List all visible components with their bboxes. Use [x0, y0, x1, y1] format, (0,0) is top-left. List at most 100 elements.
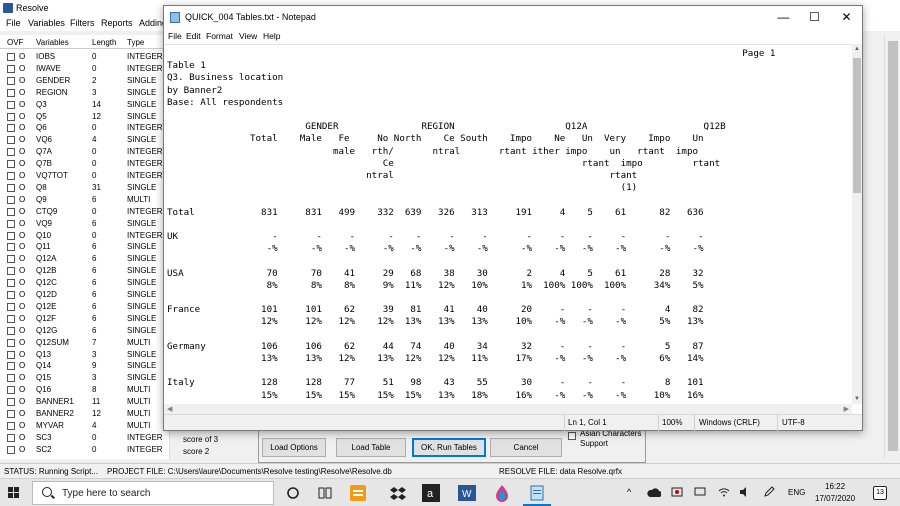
notepad-vscroll-thumb[interactable]	[853, 58, 861, 193]
row-checkbox[interactable]	[7, 231, 15, 240]
load-options-button[interactable]: Load Options	[262, 438, 326, 457]
table-row[interactable]: O Q13 3 SINGLE	[0, 349, 169, 361]
table-row[interactable]: O Q12A 6 SINGLE	[0, 253, 169, 265]
row-checkbox[interactable]	[7, 302, 15, 311]
table-row[interactable]: O REGION 3 SINGLE	[0, 87, 169, 99]
notepad-text-area[interactable]: Page 1 Table 1 Q3. Business location by …	[164, 44, 852, 404]
table-row[interactable]: O Q12E 6 SINGLE	[0, 301, 169, 313]
table-row[interactable]: O IWAVE 0 INTEGER	[0, 63, 169, 75]
pen-icon[interactable]	[763, 486, 775, 498]
table-row[interactable]: O Q10 0 INTEGER	[0, 230, 169, 242]
row-checkbox[interactable]	[7, 386, 15, 395]
table-row[interactable]: O IOBS 0 INTEGER	[0, 51, 169, 63]
row-checkbox[interactable]	[7, 124, 15, 133]
row-checkbox[interactable]	[7, 53, 15, 61]
cortana-icon[interactable]	[284, 484, 302, 502]
col-variables[interactable]: Variables	[36, 38, 69, 47]
language-indicator[interactable]: ENG	[788, 488, 805, 497]
row-checkbox[interactable]	[7, 112, 15, 121]
show-hidden-icons[interactable]: ^	[627, 487, 631, 497]
volume-icon[interactable]	[739, 486, 751, 498]
scroll-up-icon[interactable]: ▲	[854, 46, 860, 52]
row-checkbox[interactable]	[7, 243, 15, 252]
row-checkbox[interactable]	[7, 172, 15, 180]
table-row[interactable]: O Q16 8 MULTI	[0, 384, 169, 396]
table-row[interactable]: O Q12G 6 SINGLE	[0, 325, 169, 337]
maximize-button[interactable]: ☐	[799, 6, 830, 29]
clock-date[interactable]: 17/07/2020	[815, 494, 855, 503]
cancel-button[interactable]: Cancel	[490, 438, 562, 457]
row-checkbox[interactable]	[7, 398, 15, 407]
task-view-icon[interactable]	[316, 484, 334, 502]
row-checkbox[interactable]	[7, 76, 15, 85]
taskbar-search-input[interactable]: Type here to search	[32, 481, 274, 505]
table-row[interactable]: O Q6 0 INTEGER	[0, 122, 169, 134]
col-type[interactable]: Type	[127, 38, 144, 47]
row-checkbox[interactable]	[7, 148, 15, 157]
row-checkbox[interactable]	[7, 88, 15, 97]
table-row[interactable]: O Q8 31 SINGLE	[0, 182, 169, 194]
row-checkbox[interactable]	[7, 183, 15, 192]
menu-help[interactable]: Help	[263, 31, 280, 41]
row-checkbox[interactable]	[7, 445, 15, 454]
asian-characters-checkbox[interactable]	[568, 432, 576, 440]
load-table-button[interactable]: Load Table	[336, 438, 406, 457]
table-row[interactable]: O BANNER2 12 MULTI	[0, 408, 169, 420]
notepad-horizontal-scrollbar[interactable]: ◀ ▶	[164, 404, 852, 414]
dropbox-icon[interactable]	[389, 484, 407, 502]
table-row[interactable]: O Q3 14 SINGLE	[0, 99, 169, 111]
table-row[interactable]: O VQ6 4 SINGLE	[0, 134, 169, 146]
notepad-title-bar[interactable]: QUICK_004 Tables.txt - Notepad — ☐ ✕	[164, 6, 862, 29]
table-row[interactable]: O Q5 12 SINGLE	[0, 111, 169, 123]
table-row[interactable]: O Q12F 6 SINGLE	[0, 313, 169, 325]
table-row[interactable]: O VQ7TOT 0 INTEGER	[0, 170, 169, 182]
table-row[interactable]: O Q9 6 MULTI	[0, 194, 169, 206]
notifications-icon[interactable]: 13	[873, 486, 887, 500]
row-checkbox[interactable]	[7, 326, 15, 335]
row-checkbox[interactable]	[7, 255, 15, 264]
scroll-left-icon[interactable]: ◀	[167, 405, 172, 413]
windows-start-icon[interactable]	[8, 487, 20, 499]
row-checkbox[interactable]	[7, 279, 15, 288]
row-checkbox[interactable]	[7, 219, 15, 228]
menu-format[interactable]: Format	[206, 31, 233, 41]
table-row[interactable]: O Q12B 6 SINGLE	[0, 265, 169, 277]
row-checkbox[interactable]	[7, 160, 15, 169]
word-icon[interactable]: W	[458, 484, 476, 502]
row-checkbox[interactable]	[7, 433, 15, 442]
menu-view[interactable]: View	[239, 31, 257, 41]
network-icon[interactable]	[694, 486, 706, 498]
menu-edit[interactable]: Edit	[186, 31, 201, 41]
col-length[interactable]: Length	[92, 38, 116, 47]
resolve-scroll-thumb[interactable]	[888, 41, 898, 451]
notepad-vertical-scrollbar[interactable]: ▲ ▼	[852, 44, 862, 404]
row-checkbox[interactable]	[7, 64, 15, 73]
row-checkbox[interactable]	[7, 421, 15, 430]
minimize-button[interactable]: —	[768, 6, 799, 29]
amazon-icon[interactable]: a	[422, 484, 440, 502]
row-checkbox[interactable]	[7, 207, 15, 216]
row-checkbox[interactable]	[7, 136, 15, 145]
col-ovf[interactable]: OVF	[7, 38, 23, 47]
table-row[interactable]: O Q7A 0 INTEGER	[0, 146, 169, 158]
table-row[interactable]: O Q11 6 SINGLE	[0, 241, 169, 253]
table-row[interactable]: O Q7B 0 INTEGER	[0, 158, 169, 170]
clock-time[interactable]: 16:22	[825, 482, 845, 491]
onedrive-icon[interactable]	[647, 487, 661, 499]
row-checkbox[interactable]	[7, 267, 15, 276]
resolve-scrollbar[interactable]	[884, 35, 900, 459]
table-row[interactable]: O CTQ9 0 INTEGER	[0, 206, 169, 218]
table-row[interactable]: O SC3 0 INTEGER	[0, 432, 169, 444]
row-checkbox[interactable]	[7, 100, 15, 109]
table-row[interactable]: O SC2 0 INTEGER	[0, 444, 169, 456]
table-row[interactable]: O Q12C 6 SINGLE	[0, 277, 169, 289]
row-checkbox[interactable]	[7, 195, 15, 204]
table-row[interactable]: O Q15 3 SINGLE	[0, 372, 169, 384]
scroll-down-icon[interactable]: ▼	[854, 396, 860, 402]
row-checkbox[interactable]	[7, 314, 15, 323]
row-checkbox[interactable]	[7, 374, 15, 383]
wifi-icon[interactable]	[718, 486, 730, 498]
table-row[interactable]: O Q14 9 SINGLE	[0, 360, 169, 372]
table-row[interactable]: O Q12D 6 SINGLE	[0, 289, 169, 301]
table-row[interactable]: O MYVAR 4 MULTI	[0, 420, 169, 432]
